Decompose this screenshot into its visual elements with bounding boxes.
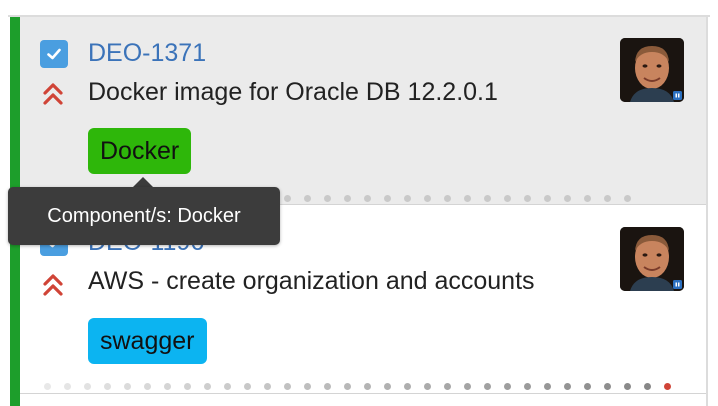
dot xyxy=(544,195,551,202)
dot xyxy=(244,383,251,390)
dot xyxy=(604,195,611,202)
dot xyxy=(404,383,411,390)
dot xyxy=(664,383,671,390)
dot xyxy=(444,383,451,390)
dot xyxy=(284,383,291,390)
column-right-border xyxy=(706,17,708,406)
tooltip-text: Component/s: Docker xyxy=(47,204,241,227)
dot xyxy=(624,383,631,390)
priority-highest-icon xyxy=(42,272,64,298)
component-tooltip: Component/s: Docker xyxy=(8,187,280,245)
dot xyxy=(504,195,511,202)
dot xyxy=(384,383,391,390)
dot xyxy=(584,195,591,202)
dot xyxy=(524,383,531,390)
component-label[interactable]: swagger xyxy=(88,318,207,364)
dot xyxy=(404,195,411,202)
dot xyxy=(144,383,151,390)
dot xyxy=(464,195,471,202)
tooltip-arrow xyxy=(133,177,153,187)
dot xyxy=(124,383,131,390)
avatar-icon[interactable] xyxy=(620,227,684,291)
dot xyxy=(504,383,511,390)
issue-summary: Docker image for Oracle DB 12.2.0.1 xyxy=(88,78,498,106)
component-label[interactable]: Docker xyxy=(88,128,192,174)
dot xyxy=(104,383,111,390)
dot xyxy=(184,383,191,390)
dot xyxy=(324,383,331,390)
dot xyxy=(44,383,51,390)
dot xyxy=(304,195,311,202)
issue-card[interactable]: DEO-1371 Docker image for Oracle DB 12.2… xyxy=(20,17,706,205)
dot xyxy=(284,195,291,202)
dot xyxy=(624,195,631,202)
priority-highest-icon xyxy=(42,81,64,107)
dot xyxy=(304,383,311,390)
dot xyxy=(344,383,351,390)
kanban-column: DEO-1371 Docker image for Oracle DB 12.2… xyxy=(0,0,718,406)
issue-key-link[interactable]: DEO-1371 xyxy=(88,39,206,68)
dot xyxy=(544,383,551,390)
issue-summary: AWS - create organization and accounts xyxy=(88,267,535,295)
avatar-icon[interactable] xyxy=(620,38,684,102)
dot xyxy=(64,383,71,390)
dot xyxy=(264,383,271,390)
dot xyxy=(564,195,571,202)
dot xyxy=(204,383,211,390)
dot xyxy=(164,383,171,390)
dot xyxy=(424,195,431,202)
dot xyxy=(344,195,351,202)
dot xyxy=(364,383,371,390)
dot xyxy=(424,383,431,390)
dot xyxy=(484,383,491,390)
dot xyxy=(484,195,491,202)
dot xyxy=(84,383,91,390)
dot xyxy=(584,383,591,390)
dot xyxy=(604,383,611,390)
dot xyxy=(564,383,571,390)
dot xyxy=(464,383,471,390)
dot xyxy=(224,383,231,390)
dot xyxy=(644,383,651,390)
dot xyxy=(324,195,331,202)
dot xyxy=(444,195,451,202)
dot xyxy=(384,195,391,202)
dot xyxy=(364,195,371,202)
check-icon xyxy=(40,40,68,68)
dot xyxy=(524,195,531,202)
